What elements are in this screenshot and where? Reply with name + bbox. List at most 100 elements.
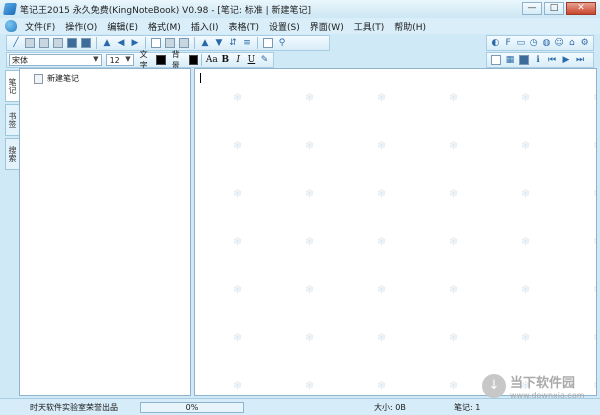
attach-icon[interactable]: ◐ — [490, 37, 501, 49]
tree-item[interactable]: 新建笔记 — [34, 73, 79, 84]
font-select[interactable]: 宋体 ▼ — [9, 54, 102, 66]
grid-icon[interactable]: ▦ — [504, 54, 516, 66]
globe-icon[interactable]: ◍ — [541, 37, 552, 49]
font-size-button[interactable]: Aa — [206, 55, 218, 65]
background-pattern-icon: ❄ — [593, 139, 596, 152]
background-pattern-icon: ❄ — [305, 379, 315, 392]
background-pattern-icon: ❄ — [305, 331, 315, 344]
font-icon[interactable]: F — [503, 37, 514, 49]
preview-icon[interactable] — [262, 37, 274, 49]
expand-icon[interactable]: ⇵ — [227, 37, 239, 49]
background-pattern-icon: ❄ — [233, 187, 243, 200]
background-pattern-icon: ❄ — [305, 235, 315, 248]
download-arrow-icon: ↓ — [482, 374, 506, 398]
settings-icon[interactable]: ⚙ — [579, 37, 590, 49]
first-page-icon[interactable]: ⏮ — [546, 54, 558, 66]
keyboard-icon[interactable]: ▭ — [516, 37, 527, 49]
background-pattern-icon: ❄ — [233, 235, 243, 248]
toolbar-separator — [194, 37, 195, 49]
right-toolbar-bottom: ▦ ℹ ⏮ ▶ ⏭ — [486, 52, 594, 68]
status-size: 大小: 0B — [374, 402, 406, 412]
status-note-count: 笔记: 1 — [454, 402, 481, 412]
menu-settings[interactable]: 设置(S) — [269, 20, 300, 33]
new-page-icon[interactable] — [150, 37, 162, 49]
italic-button[interactable]: I — [233, 55, 244, 65]
tab-notes[interactable]: 笔记 — [5, 70, 19, 102]
image-icon[interactable] — [518, 54, 530, 66]
arrow-up-icon[interactable]: ▲ — [199, 37, 211, 49]
bg-color-swatch[interactable] — [188, 55, 198, 65]
clear-format-icon[interactable]: ✎ — [259, 54, 270, 66]
menu-tools[interactable]: 工具(T) — [354, 20, 385, 33]
background-pattern-icon: ❄ — [305, 139, 315, 152]
toolbar-separator — [96, 37, 97, 49]
clock-icon[interactable]: ◷ — [528, 37, 539, 49]
copy-page-icon[interactable] — [490, 54, 502, 66]
page-icon[interactable] — [38, 37, 50, 49]
background-pattern-icon: ❄ — [377, 235, 387, 248]
minimize-button[interactable]: — — [522, 2, 542, 15]
menu-file[interactable]: 文件(F) — [25, 20, 55, 33]
play-icon[interactable]: ▶ — [560, 54, 572, 66]
sort-icon[interactable]: ≡ — [241, 37, 253, 49]
background-pattern-icon: ❄ — [521, 187, 531, 200]
copy-icon[interactable] — [178, 37, 190, 49]
background-pattern-icon: ❄ — [449, 331, 459, 344]
main-toolbar: ╱ ▲ ◀ ▶ ▲ ▼ ⇵ ≡ ⚲ — [6, 35, 330, 51]
last-page-icon[interactable]: ⏭ — [574, 54, 586, 66]
window-controls: — □ ✕ — [522, 2, 596, 15]
find-icon[interactable]: ⚲ — [276, 37, 288, 49]
background-pattern-icon: ❄ — [233, 331, 243, 344]
background-pattern-icon: ❄ — [449, 91, 459, 104]
maximize-button[interactable]: □ — [544, 2, 564, 15]
background-pattern-icon: ❄ — [449, 283, 459, 296]
move-up-icon[interactable]: ▲ — [101, 37, 113, 49]
save-all-icon[interactable] — [80, 37, 92, 49]
background-pattern-icon: ❄ — [233, 91, 243, 104]
home-icon[interactable]: ⌂ — [567, 37, 578, 49]
background-pattern-icon: ❄ — [305, 283, 315, 296]
user-icon[interactable]: ☺ — [554, 37, 565, 49]
menu-table[interactable]: 表格(T) — [229, 20, 260, 33]
pen-icon[interactable]: ╱ — [10, 37, 22, 49]
menu-edit[interactable]: 编辑(E) — [107, 20, 138, 33]
menu-bar: 文件(F) 操作(O) 编辑(E) 格式(M) 插入(I) 表格(T) 设置(S… — [0, 18, 600, 34]
toolbar-separator — [200, 54, 202, 66]
app-logo-icon[interactable] — [5, 20, 17, 32]
background-pattern-icon: ❄ — [449, 235, 459, 248]
tab-search[interactable]: 搜索 — [5, 138, 19, 170]
info-icon[interactable]: ℹ — [532, 54, 544, 66]
background-pattern-icon: ❄ — [377, 187, 387, 200]
background-pattern-icon: ❄ — [593, 331, 596, 344]
app-icon — [2, 3, 18, 15]
tree-item-label: 新建笔记 — [47, 74, 79, 83]
cut-icon[interactable] — [164, 37, 176, 49]
site-watermark: ↓ 当下软件园 www.downxia.com — [482, 372, 585, 400]
menu-help[interactable]: 帮助(H) — [394, 20, 426, 33]
background-pattern-icon: ❄ — [233, 283, 243, 296]
text-color-swatch[interactable] — [156, 55, 166, 65]
close-button[interactable]: ✕ — [566, 2, 596, 15]
arrow-down-icon[interactable]: ▼ — [213, 37, 225, 49]
underline-button[interactable]: U — [246, 55, 257, 65]
font-value: 宋体 — [12, 55, 28, 65]
move-right-icon[interactable]: ▶ — [129, 37, 141, 49]
move-left-icon[interactable]: ◀ — [115, 37, 127, 49]
note-editor[interactable]: ❄ ❄ ❄ ❄ ❄ ❄ ❄ ❄ ❄ ❄ ❄ ❄ ❄ ❄ ❄ ❄ ❄ ❄ ❄ ❄ ❄ ❄ ❄ ❄ ❄ ❄ ❄ ❄ ❄ ❄ ❄ ❄ ❄ ❄ ❄ ❄ ❄ ❄ ❄ ❄… — [194, 68, 597, 396]
tab-bookmarks[interactable]: 书签 — [5, 104, 19, 136]
notes-tree-panel[interactable]: 新建笔记 — [19, 68, 191, 396]
page-copy-icon[interactable] — [52, 37, 64, 49]
menu-operation[interactable]: 操作(O) — [65, 20, 97, 33]
background-pattern-icon: ❄ — [305, 91, 315, 104]
bold-button[interactable]: B — [220, 55, 231, 65]
menu-format[interactable]: 格式(M) — [148, 20, 181, 33]
save-icon[interactable] — [66, 37, 78, 49]
text-caret — [200, 73, 201, 83]
background-pattern-icon: ❄ — [521, 235, 531, 248]
page-blank-icon[interactable] — [24, 37, 36, 49]
font-size-select[interactable]: 12 ▼ — [105, 54, 134, 66]
menu-interface[interactable]: 界面(W) — [310, 20, 344, 33]
background-pattern-icon: ❄ — [233, 139, 243, 152]
menu-insert[interactable]: 插入(I) — [191, 20, 219, 33]
background-pattern-icon: ❄ — [377, 379, 387, 392]
